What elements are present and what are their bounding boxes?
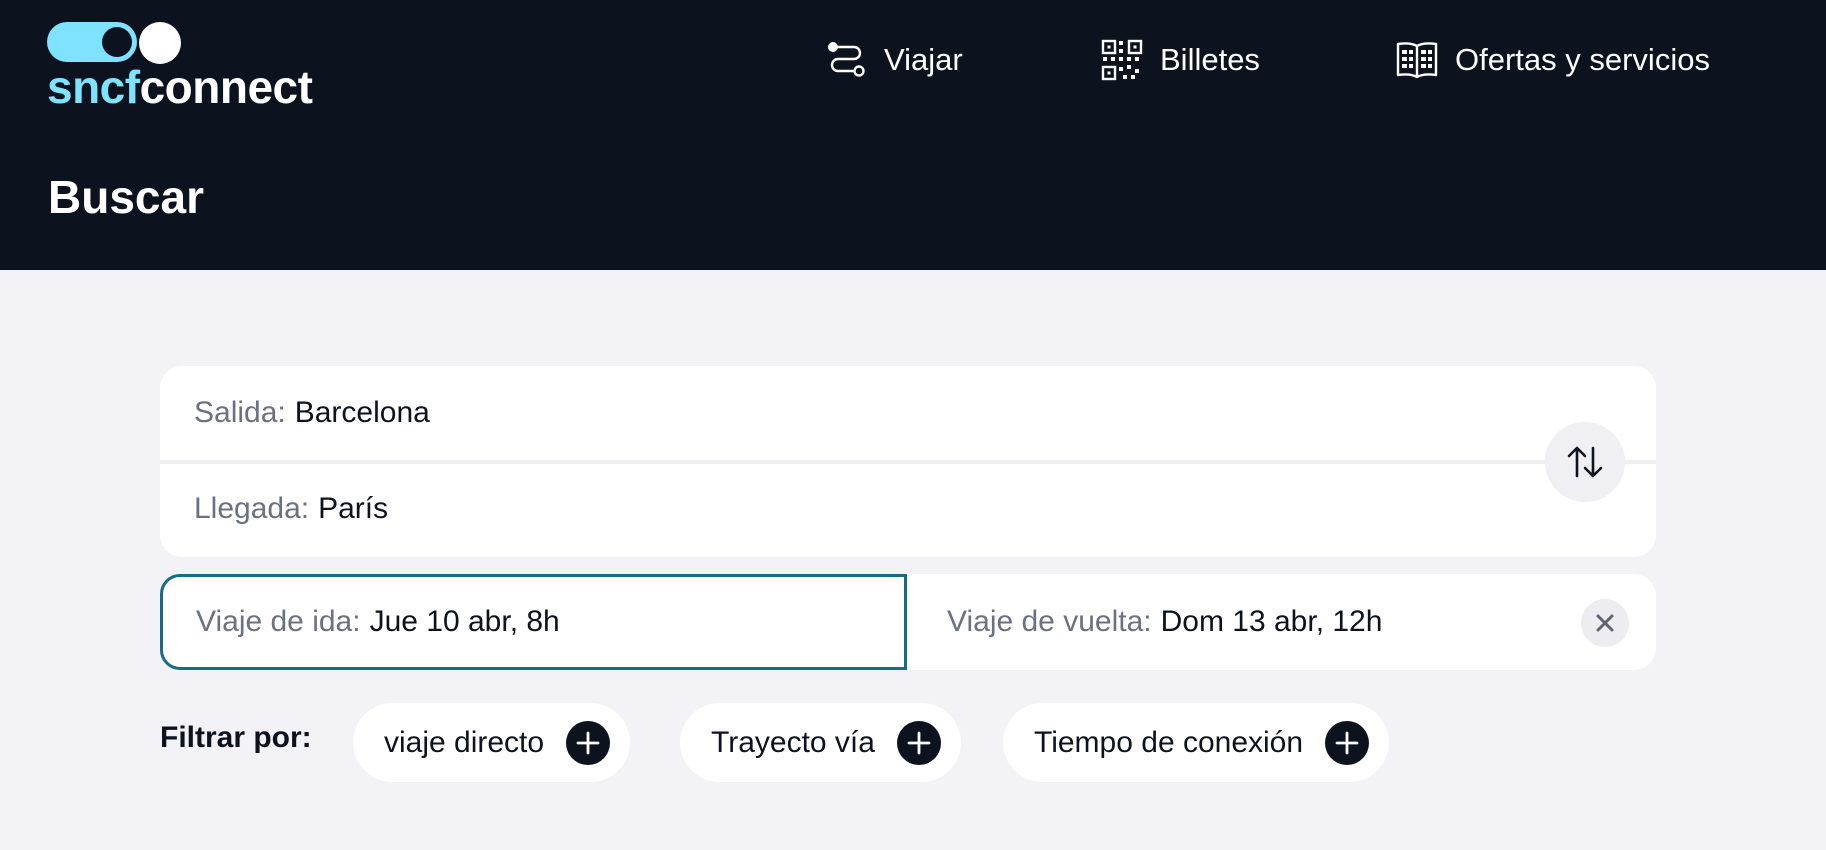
outbound-date-field[interactable]: Viaje de ida: Jue 10 abr, 8h (160, 574, 907, 670)
close-icon (1596, 614, 1614, 632)
clear-return-button[interactable] (1581, 599, 1629, 647)
nav-label: Viajar (884, 42, 963, 77)
nav-label: Ofertas y servicios (1455, 42, 1710, 77)
plus-icon (566, 720, 611, 765)
destination-label: Llegada: (194, 492, 310, 525)
chip-label: viaje directo (384, 725, 545, 759)
filter-chip-direct[interactable]: viaje directo (353, 703, 631, 782)
page-title: Buscar (48, 171, 204, 223)
logo-dot-shape (139, 22, 181, 64)
filter-label: Filtrar por: (160, 721, 312, 754)
filter-chip-via[interactable]: Trayecto vía (680, 703, 961, 782)
nav-item-viajar[interactable]: Viajar (824, 36, 963, 84)
origin-label: Salida: (194, 396, 286, 429)
plus-icon (1325, 720, 1370, 765)
route-icon (828, 42, 865, 77)
nav-item-billetes[interactable]: Billetes (1100, 36, 1260, 84)
swap-arrows-icon (1567, 446, 1603, 478)
top-header: sncfconnect Viajar Billetes Ofertas y se… (0, 0, 1826, 270)
sncf-connect-logo[interactable]: sncfconnect (47, 20, 317, 113)
destination-field[interactable]: Llegada: París (160, 462, 1656, 556)
destination-value: París (318, 492, 389, 525)
filter-chip-connection-time[interactable]: Tiempo de conexión (1003, 703, 1390, 782)
book-icon (1396, 42, 1438, 79)
origin-destination-card: Salida: Barcelona Llegada: París (160, 366, 1656, 557)
nav-label: Billetes (1160, 42, 1260, 77)
plus-icon (896, 720, 941, 765)
logo-wordmark: sncfconnect (47, 61, 313, 113)
qr-code-icon (1101, 39, 1143, 81)
logo-toggle-shape (47, 22, 137, 62)
return-label: Viaje de vuelta: (947, 605, 1152, 638)
return-value: Dom 13 abr, 12h (1160, 605, 1383, 638)
dates-card: Viaje de ida: Jue 10 abr, 8h Viaje de vu… (160, 574, 1656, 670)
chip-label: Trayecto vía (711, 725, 875, 759)
origin-field[interactable]: Salida: Barcelona (160, 366, 1656, 460)
return-date-field[interactable]: Viaje de vuelta: Dom 13 abr, 12h (911, 574, 1656, 670)
swap-origin-destination-button[interactable] (1545, 422, 1625, 502)
chip-label: Tiempo de conexión (1034, 725, 1304, 759)
origin-value: Barcelona (294, 396, 430, 429)
nav-item-ofertas[interactable]: Ofertas y servicios (1395, 36, 1710, 84)
outbound-label: Viaje de ida: (196, 605, 361, 638)
outbound-value: Jue 10 abr, 8h (369, 605, 560, 638)
